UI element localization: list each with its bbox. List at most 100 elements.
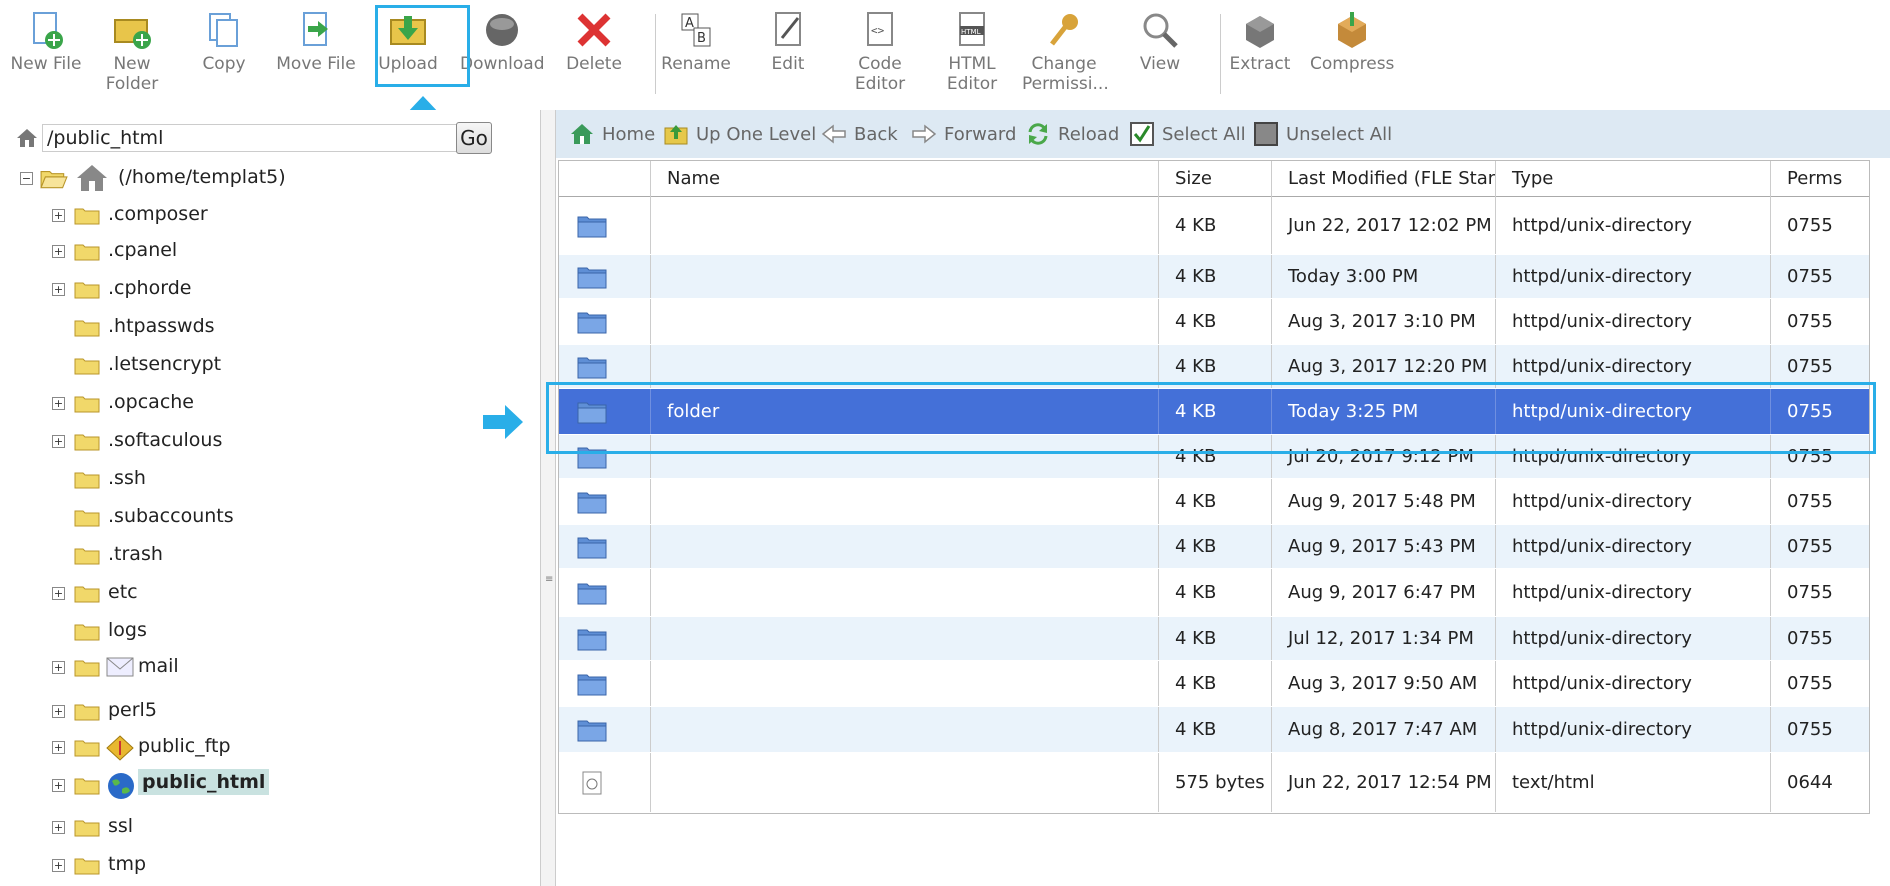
expand-icon[interactable]: + [52,209,65,222]
type-column-header[interactable]: Type [1496,161,1771,197]
folder-icon [74,320,100,337]
edit-icon [775,12,801,46]
table-row[interactable]: 575 bytes Jun 22, 2017 12:54 PM text/html 0… [559,753,1869,813]
expand-icon[interactable]: + [52,283,65,296]
tree-item[interactable]: + .cpanel [52,237,432,267]
tree-item-label: etc [108,581,138,603]
folder-icon [577,357,607,378]
tree-item[interactable]: + .composer [52,201,432,231]
expand-icon[interactable]: + [52,859,65,872]
move-file-icon [303,12,328,46]
collapse-icon[interactable]: − [20,172,33,185]
perms-column-header[interactable]: Perms [1771,161,1871,197]
size-column-header[interactable]: Size [1159,161,1272,197]
expand-icon[interactable]: + [52,741,65,754]
mail-icon [106,657,134,677]
table-row[interactable]: 4 KB Aug 9, 2017 5:48 PM httpd/unix-direct… [559,479,1869,525]
tree-item[interactable]: + tmp [52,851,432,881]
tree-item[interactable]: + .softaculous [52,427,432,457]
modified-column-header[interactable]: Last Modified (FLE Standard) [1272,161,1496,197]
move-file-button[interactable]: Move File [274,10,358,94]
tree-item[interactable]: + public_ftp [52,733,432,763]
view-icon [1143,13,1178,48]
tree-item[interactable]: .htpasswds [52,313,432,343]
download-icon [486,14,518,46]
type-cell: httpd/unix-directory [1496,299,1771,344]
code-editor-button[interactable]: <> Code Editor [838,10,922,94]
modified-cell: Jul 12, 2017 1:34 PM [1272,617,1496,660]
pane-splitter[interactable]: ≡ [540,110,556,886]
table-row[interactable]: 4 KB Aug 8, 2017 7:47 AM httpd/unix-direct… [559,707,1869,753]
path-input[interactable] [42,124,462,152]
type-cell: httpd/unix-directory [1496,197,1771,254]
tree-item[interactable]: .ssh [52,465,432,495]
table-row[interactable]: 4 KB Aug 9, 2017 5:43 PM httpd/unix-direct… [559,525,1869,569]
new-file-button[interactable]: New File [4,10,88,94]
rename-icon: AB [681,13,711,47]
download-button[interactable]: Download [460,10,545,94]
table-row[interactable]: 4 KB Aug 3, 2017 3:10 PM httpd/unix-direct… [559,299,1869,345]
view-button[interactable]: View [1118,10,1202,94]
new-folder-button[interactable]: New Folder [90,10,174,94]
expand-icon[interactable]: + [52,705,65,718]
tree-item[interactable]: logs [52,617,432,647]
html-editor-button[interactable]: HTML HTML Editor [930,10,1014,94]
delete-button[interactable]: Delete [552,10,636,94]
home-icon [571,124,593,144]
expand-icon[interactable]: + [52,779,65,792]
expand-icon[interactable]: + [52,821,65,834]
type-cell: httpd/unix-directory [1496,569,1771,616]
table-row[interactable]: 4 KB Jun 22, 2017 12:02 PM httpd/unix-dire… [559,197,1869,255]
size-cell: 4 KB [1159,525,1272,568]
expand-icon[interactable]: + [52,587,65,600]
go-button[interactable]: Go [456,122,492,154]
folder-icon [74,396,100,413]
perms-cell: 0644 [1787,771,1833,793]
table-row[interactable]: 4 KB Today 3:00 PM httpd/unix-directory 075… [559,255,1869,299]
type-cell: httpd/unix-directory [1496,661,1771,706]
splitter-grip-icon[interactable]: ≡ [545,574,553,585]
tree-item[interactable]: + mail [52,653,432,683]
edit-button[interactable]: Edit [746,10,830,94]
rename-button[interactable]: A B Rename [654,10,738,94]
permissions-button[interactable]: Change Permissi... [1022,10,1109,94]
expand-icon[interactable]: + [52,397,65,410]
size-cell: 4 KB [1159,479,1272,524]
tree-item[interactable]: + etc [52,579,432,609]
copy-button[interactable]: Copy [182,10,266,94]
name-cell [651,299,1159,344]
compress-button[interactable]: Compress [1310,10,1394,94]
expand-icon[interactable]: + [52,661,65,674]
rename-label: Rename [661,54,731,74]
table-row[interactable]: 4 KB Aug 9, 2017 6:47 PM httpd/unix-direct… [559,569,1869,617]
svg-text:<>: <> [871,24,885,37]
tree-item[interactable]: + .cphorde [52,275,432,305]
tree-item[interactable]: .letsencrypt [52,351,432,381]
tree-item[interactable]: .subaccounts [52,503,432,533]
tree-item-label: .cphorde [108,277,192,299]
name-column-header[interactable]: Name [651,161,1159,197]
home-icon [77,165,107,191]
open-folder-icon [40,171,68,189]
size-cell: 4 KB [1159,197,1272,254]
upload-button-highlight [375,5,470,87]
modified-cell: Aug 9, 2017 5:43 PM [1272,525,1496,568]
path-bar: Go [16,122,536,154]
tree-item[interactable]: .trash [52,541,432,571]
tree-item[interactable]: + perl5 [52,697,432,727]
reload-label: Reload [1058,124,1120,145]
tree-item-label: .opcache [108,391,194,413]
file-icon-cell [559,617,651,660]
extract-button[interactable]: Extract [1218,10,1302,94]
expand-icon[interactable]: + [52,245,65,258]
tree-item-label: .letsencrypt [108,353,222,375]
folder-up-icon [664,125,688,145]
selected-row-highlight [546,382,1876,454]
table-row[interactable]: 4 KB Jul 12, 2017 1:34 PM httpd/unix-direc… [559,617,1869,661]
tree-item[interactable]: + .opcache [52,389,432,419]
tree-item[interactable]: + public_html [52,769,432,801]
tree-item[interactable]: + ssl [52,813,432,843]
tree-item-label: perl5 [108,699,157,721]
table-row[interactable]: 4 KB Aug 3, 2017 9:50 AM httpd/unix-direct… [559,661,1869,707]
expand-icon[interactable]: + [52,435,65,448]
